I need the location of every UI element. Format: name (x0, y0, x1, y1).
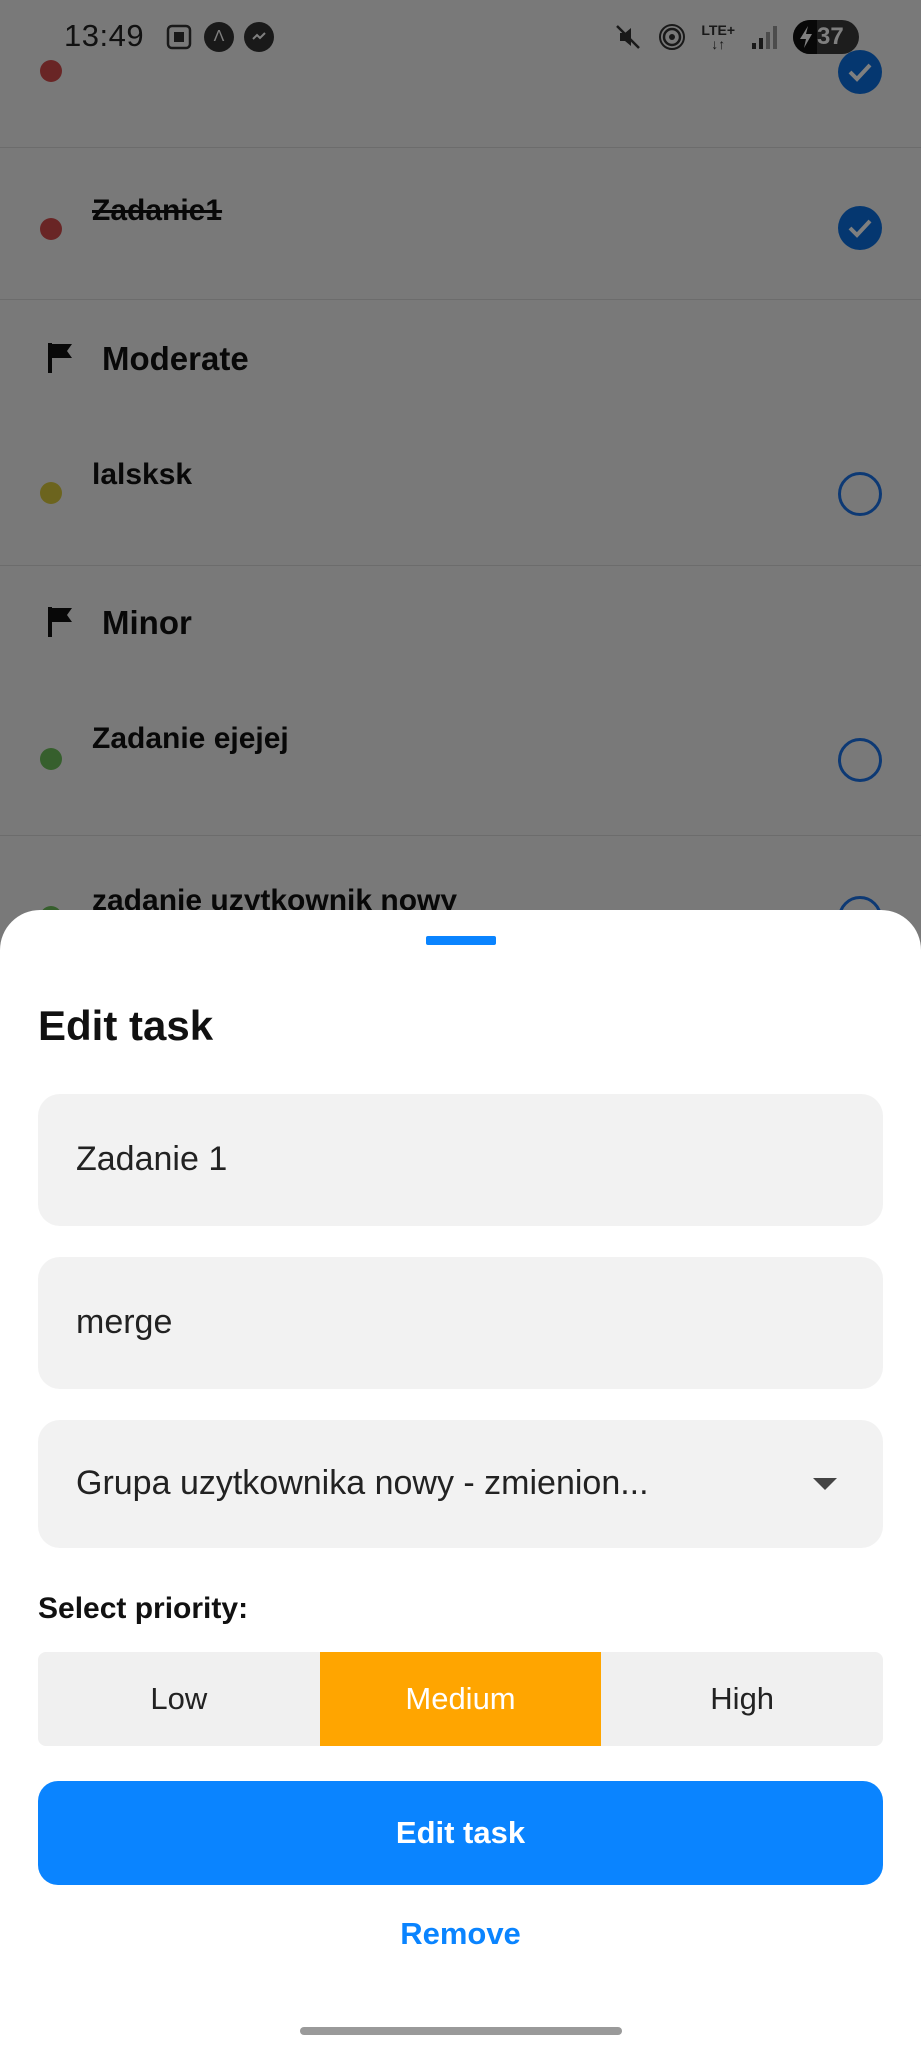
task-name-value: Zadanie 1 (76, 1140, 228, 1178)
task-name-input[interactable]: Zadanie 1 (38, 1094, 883, 1226)
priority-option-medium[interactable]: Medium (319, 1652, 602, 1746)
remove-button[interactable]: Remove (0, 1916, 921, 1952)
task-description-input[interactable]: merge (38, 1257, 883, 1389)
group-select[interactable]: Grupa uzytkownika nowy - zmienion... (38, 1420, 883, 1548)
edit-task-sheet: Edit task Zadanie 1 merge Grupa uzytkown… (0, 910, 921, 2048)
priority-label: Select priority: (38, 1592, 249, 1625)
sheet-title: Edit task (38, 1002, 214, 1049)
priority-option-high[interactable]: High (601, 1652, 883, 1746)
group-select-value: Grupa uzytkownika nowy - zmienion... (76, 1464, 649, 1502)
task-description-value: merge (76, 1303, 173, 1341)
priority-option-low[interactable]: Low (38, 1652, 320, 1746)
sheet-drag-handle[interactable] (426, 936, 496, 945)
chevron-down-icon (813, 1478, 837, 1490)
home-indicator[interactable] (300, 2027, 622, 2035)
edit-task-button[interactable]: Edit task (38, 1781, 883, 1885)
priority-segmented-control: Low Medium High (38, 1652, 883, 1746)
